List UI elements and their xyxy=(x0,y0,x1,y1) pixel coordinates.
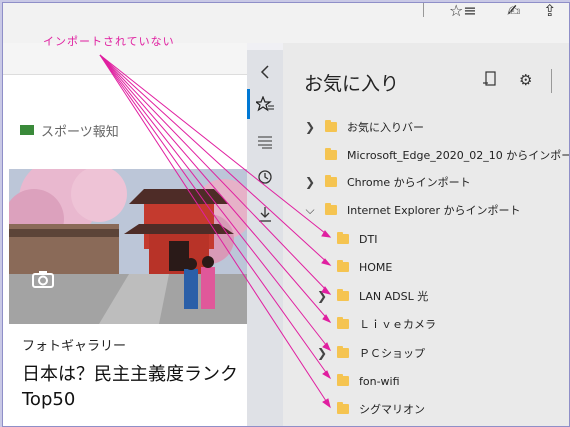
annotation-arrows xyxy=(99,54,332,409)
